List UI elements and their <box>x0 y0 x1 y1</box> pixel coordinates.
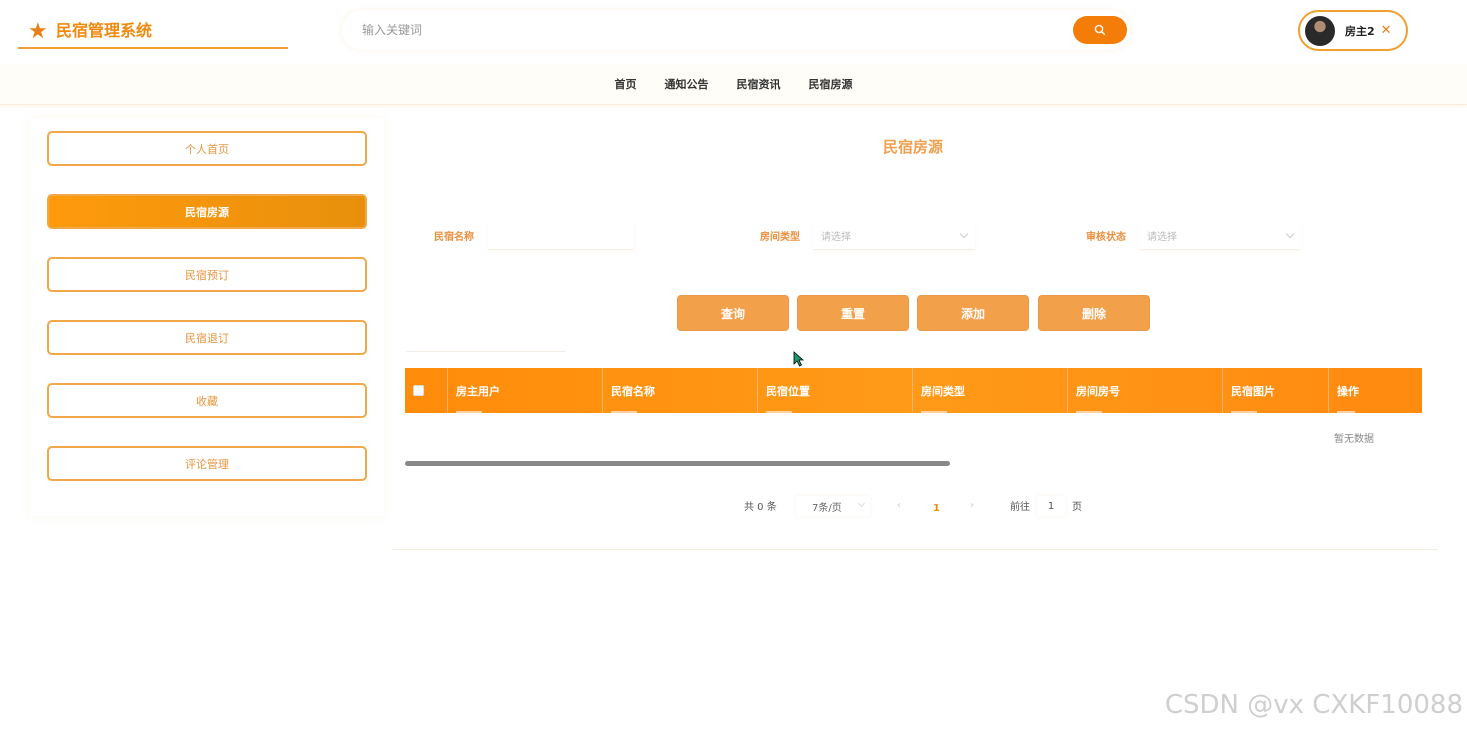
type-filter-placeholder: 请选择 <box>821 232 851 243</box>
status-filter-placeholder: 请选择 <box>1147 232 1177 243</box>
sidebar: 个人首页 民宿房源 民宿预订 民宿退订 收藏 评论管理 <box>30 118 384 516</box>
search-icon <box>1094 24 1106 36</box>
user-menu[interactable]: 房主2 ✕ <box>1298 10 1408 51</box>
star-logo-icon: ★ <box>28 19 48 44</box>
sidebar-item-profile[interactable]: 个人首页 <box>47 131 367 166</box>
logout-icon[interactable]: ✕ <box>1381 23 1392 38</box>
page-size-select[interactable]: 7条/页 <box>796 496 870 516</box>
nav-item-notice[interactable]: 通知公告 <box>665 76 709 92</box>
table-scrollbar[interactable] <box>405 461 950 466</box>
column-name: 民宿名称 <box>611 384 655 398</box>
nav-item-news[interactable]: 民宿资讯 <box>737 76 781 92</box>
type-filter-label: 房间类型 <box>760 232 800 243</box>
query-button[interactable]: 查询 <box>677 295 789 331</box>
column-room-type: 房间类型 <box>921 384 965 398</box>
column-header: 民宿位置 <box>758 368 913 413</box>
page-number-current[interactable]: 1 <box>933 503 940 514</box>
table-header: 房主用户 民宿名称 民宿位置 房间类型 房间房号 民宿图片 操作 <box>405 368 1422 413</box>
reset-button[interactable]: 重置 <box>797 295 909 331</box>
avatar <box>1305 15 1335 46</box>
sidebar-item-booking[interactable]: 民宿预订 <box>47 257 367 292</box>
divider <box>406 351 566 352</box>
name-filter-input[interactable] <box>488 222 634 250</box>
status-filter-label: 审核状态 <box>1086 232 1126 243</box>
column-room-number: 房间房号 <box>1076 384 1120 398</box>
column-header: 民宿图片 <box>1223 368 1329 413</box>
select-all-checkbox[interactable] <box>413 385 424 396</box>
main-panel: 民宿房源 民宿名称 房间类型 请选择 审核状态 请选择 查询 重置 添加 删除 … <box>392 118 1438 550</box>
add-button[interactable]: 添加 <box>917 295 1029 331</box>
goto-page-input[interactable]: 1 <box>1037 496 1065 516</box>
sidebar-item-cancel[interactable]: 民宿退订 <box>47 320 367 355</box>
delete-button[interactable]: 删除 <box>1038 295 1150 331</box>
name-filter-label: 民宿名称 <box>434 232 474 243</box>
nav-item-rooms[interactable]: 民宿房源 <box>809 76 853 92</box>
search-button[interactable] <box>1073 16 1127 44</box>
top-nav: 首页 通知公告 民宿资讯 民宿房源 <box>0 64 1467 105</box>
column-owner: 房主用户 <box>456 384 500 398</box>
column-image: 民宿图片 <box>1231 384 1275 398</box>
column-header: 民宿名称 <box>603 368 758 413</box>
goto-label: 前往 <box>1010 502 1030 513</box>
search-input[interactable] <box>350 16 1050 44</box>
mouse-cursor-icon <box>793 351 805 367</box>
column-location: 民宿位置 <box>766 384 810 398</box>
logo-title: 民宿管理系统 <box>56 21 153 40</box>
type-filter-select[interactable]: 请选择 <box>813 222 975 250</box>
sidebar-item-rooms[interactable]: 民宿房源 <box>47 194 367 229</box>
select-all-cell <box>405 368 448 413</box>
page-size-value: 7条/页 <box>812 502 842 514</box>
chevron-down-icon <box>1285 229 1295 239</box>
prev-page-icon[interactable]: ‹ <box>897 500 901 511</box>
column-header: 房间类型 <box>913 368 1068 413</box>
next-page-icon[interactable]: › <box>970 500 974 511</box>
sidebar-item-comments[interactable]: 评论管理 <box>47 446 367 481</box>
total-count: 共 0 条 <box>744 502 777 513</box>
empty-state: 暂无数据 <box>1334 434 1374 445</box>
status-filter-select[interactable]: 请选择 <box>1139 222 1301 250</box>
chevron-down-icon <box>959 229 969 239</box>
page-title: 民宿房源 <box>882 138 943 156</box>
goto-page-value: 1 <box>1047 500 1055 512</box>
search-bar <box>342 10 1130 50</box>
page-unit-label: 页 <box>1072 502 1082 513</box>
sidebar-item-favorites[interactable]: 收藏 <box>47 383 367 418</box>
column-header: 房主用户 <box>448 368 603 413</box>
watermark: CSDN @vx CXKF10088 <box>1164 690 1463 720</box>
column-actions: 操作 <box>1337 384 1359 398</box>
user-name: 房主2 <box>1345 24 1375 38</box>
column-header: 操作 <box>1329 368 1422 413</box>
chevron-down-icon <box>857 499 866 508</box>
nav-item-home[interactable]: 首页 <box>615 76 637 92</box>
column-header: 房间房号 <box>1068 368 1223 413</box>
logo[interactable]: ★ 民宿管理系统 <box>18 18 288 49</box>
header: ★ 民宿管理系统 房主2 ✕ <box>0 0 1467 64</box>
